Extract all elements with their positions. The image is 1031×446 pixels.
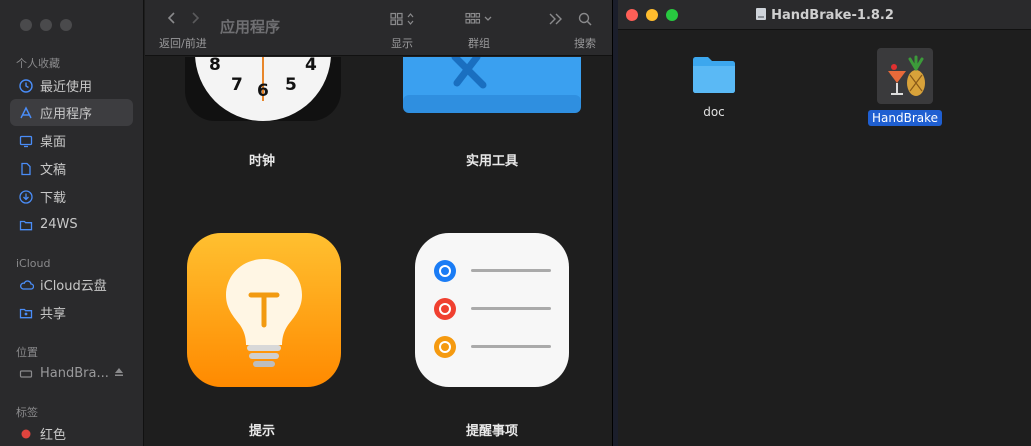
group-label: 群组 <box>468 37 490 50</box>
file-item-doc[interactable]: doc <box>684 54 744 120</box>
locations-header: 位置 <box>16 346 38 359</box>
app-label-tips: 提示 <box>248 424 275 439</box>
folder-icon <box>693 57 735 93</box>
app-item-tips[interactable] <box>187 233 341 387</box>
sidebar-item-label: 共享 <box>40 307 67 322</box>
titlebar: HandBrake-1.8.2 <box>618 0 1031 30</box>
app-label-clock: 时钟 <box>248 154 275 169</box>
applications-icon <box>18 105 34 121</box>
favorites-header: 个人收藏 <box>16 57 60 70</box>
sidebar-item-label: 文稿 <box>40 163 67 178</box>
app-label-reminders: 提醒事项 <box>465 424 518 439</box>
sidebar-item-applications[interactable]: 应用程序 <box>10 99 133 126</box>
folder-icon <box>18 217 34 233</box>
clock-number-6: 6 <box>257 81 269 101</box>
window-title: HandBrake-1.8.2 <box>771 8 894 23</box>
zoom-button[interactable] <box>60 19 72 31</box>
group-icon[interactable] <box>465 12 495 30</box>
reminders-app-icon <box>415 233 569 387</box>
sidebar-item-label: 最近使用 <box>40 80 93 95</box>
eject-icon[interactable] <box>113 366 125 382</box>
clock-icon <box>18 78 34 94</box>
sidebar-item-label: 下载 <box>40 191 67 206</box>
window-title-wrap: HandBrake-1.8.2 <box>618 7 1031 25</box>
download-icon <box>18 189 34 205</box>
file-label: HandBrake <box>867 110 943 126</box>
back-icon[interactable] <box>167 11 177 29</box>
window-title: 应用程序 <box>220 18 281 36</box>
app-item-utilities[interactable] <box>403 57 581 115</box>
sidebar-item-label: iCloud云盘 <box>40 279 107 294</box>
sidebar-item-label: 24WS <box>40 217 78 232</box>
sidebar: 个人收藏 最近使用 应用程序 桌面 文稿 下载 24WS iCloud iClo… <box>0 0 144 446</box>
back-forward-label: 返回/前进 <box>159 37 207 50</box>
selection-highlight <box>877 48 933 104</box>
red-tag-icon <box>18 426 34 442</box>
finder-window: 个人收藏 最近使用 应用程序 桌面 文稿 下载 24WS iCloud iClo… <box>0 0 613 446</box>
forward-icon[interactable] <box>190 11 200 29</box>
sidebar-item-label: 应用程序 <box>40 107 93 122</box>
file-label: doc <box>703 105 725 119</box>
file-item-handbrake[interactable]: HandBrake <box>866 48 944 126</box>
window-controls <box>20 19 72 31</box>
sidebar-item-shared[interactable]: 共享 <box>10 299 133 326</box>
clock-number-4: 4 <box>305 57 317 75</box>
more-icon[interactable] <box>548 12 564 30</box>
clock-number-5: 5 <box>285 75 297 95</box>
app-item-clock[interactable]: 8 4 7 6 5 <box>185 57 341 127</box>
app-item-reminders[interactable] <box>415 233 569 387</box>
search-icon[interactable] <box>578 12 592 30</box>
file-grid: 8 4 7 6 5 时钟 实用工具 提示 提醒事项 <box>145 57 612 446</box>
utilities-folder-icon <box>403 57 581 113</box>
sidebar-item-handbrake-volume[interactable]: HandBra... <box>10 360 133 387</box>
sidebar-item-icloud-drive[interactable]: iCloud云盘 <box>10 271 133 298</box>
clock-number-8: 8 <box>209 57 221 75</box>
tags-header: 标签 <box>16 406 38 419</box>
sidebar-item-desktop[interactable]: 桌面 <box>10 127 133 154</box>
sidebar-item-documents[interactable]: 文稿 <box>10 155 133 182</box>
clock-number-7: 7 <box>231 75 243 95</box>
disk-image-icon <box>755 7 767 25</box>
dmg-window: HandBrake-1.8.2 doc HandBrake <box>618 0 1031 446</box>
sidebar-item-label: 红色 <box>40 428 67 443</box>
icloud-header: iCloud <box>16 257 51 270</box>
app-label-utilities: 实用工具 <box>465 154 518 169</box>
cloud-icon <box>18 277 34 293</box>
sidebar-item-label: HandBra... <box>40 366 109 381</box>
sidebar-item-recents[interactable]: 最近使用 <box>10 72 133 99</box>
sidebar-item-24ws[interactable]: 24WS <box>10 211 133 238</box>
search-label: 搜索 <box>574 37 596 50</box>
desktop-icon <box>18 133 34 149</box>
sidebar-item-tag-red[interactable]: 红色 <box>10 420 133 446</box>
handbrake-app-icon <box>888 55 925 96</box>
sidebar-item-downloads[interactable]: 下载 <box>10 183 133 210</box>
tips-app-icon <box>187 233 341 387</box>
minimize-button[interactable] <box>40 19 52 31</box>
view-label: 显示 <box>391 37 413 50</box>
shared-folder-icon <box>18 305 34 321</box>
toolbar: 返回/前进 应用程序 显示 群组 搜索 <box>145 0 612 56</box>
sidebar-item-label: 桌面 <box>40 135 67 150</box>
document-icon <box>18 161 34 177</box>
close-button[interactable] <box>20 19 32 31</box>
icon-view-icon[interactable] <box>390 12 418 30</box>
disk-icon <box>18 366 34 382</box>
